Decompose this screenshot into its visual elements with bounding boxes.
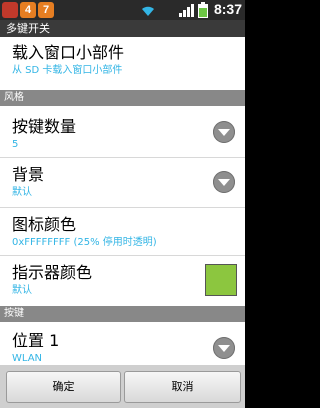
item-value: 5 xyxy=(12,139,19,150)
signal-icon xyxy=(179,4,194,17)
item-subtitle: 从 SD 卡载入窗口小部件 xyxy=(12,65,123,76)
divider xyxy=(0,255,245,256)
item-title: 载入窗口小部件 xyxy=(12,43,125,62)
divider xyxy=(0,157,245,158)
color-swatch[interactable] xyxy=(205,264,237,296)
divider xyxy=(0,207,245,208)
settings-list[interactable]: 载入窗口小部件 从 SD 卡载入窗口小部件 风格 按键数量 5 背景 默认 图标… xyxy=(0,37,245,365)
dropdown-arrow-icon[interactable] xyxy=(213,171,235,193)
cancel-button[interactable]: 取消 xyxy=(124,371,241,403)
item-value: 默认 xyxy=(12,187,32,198)
wifi-icon xyxy=(142,6,154,16)
item-title: 按键数量 xyxy=(12,117,77,136)
section-header-keys: 按键 xyxy=(0,306,245,322)
icon-color-item[interactable]: 图标颜色 0xFFFFFFFF (25% 停用时透明) xyxy=(0,215,245,249)
item-value: WLAN xyxy=(12,353,43,364)
page-title: 多键开关 xyxy=(0,20,245,37)
position-1-item[interactable]: 位置 1 WLAN xyxy=(0,331,245,365)
button-bar: 确定 取消 xyxy=(0,365,245,408)
item-value: 0xFFFFFFFF (25% 停用时透明) xyxy=(12,237,157,248)
battery-icon xyxy=(198,2,208,18)
notification-badge: 4 xyxy=(20,2,36,18)
dropdown-arrow-icon[interactable] xyxy=(213,337,235,359)
item-title: 背景 xyxy=(12,165,45,184)
app-notification-icon xyxy=(2,2,18,18)
item-title: 位置 1 xyxy=(12,331,60,350)
key-count-item[interactable]: 按键数量 5 xyxy=(0,117,245,151)
item-title: 图标颜色 xyxy=(12,215,77,234)
dropdown-arrow-icon[interactable] xyxy=(213,121,235,143)
ok-button[interactable]: 确定 xyxy=(6,371,121,403)
load-widget-item[interactable]: 载入窗口小部件 从 SD 卡载入窗口小部件 xyxy=(0,43,245,77)
clock: 8:37 xyxy=(213,1,242,17)
notification-badge: 7 xyxy=(38,2,54,18)
status-bar: 4 7 8:37 xyxy=(0,0,245,20)
section-header-style: 风格 xyxy=(0,90,245,106)
background-item[interactable]: 背景 默认 xyxy=(0,165,245,199)
